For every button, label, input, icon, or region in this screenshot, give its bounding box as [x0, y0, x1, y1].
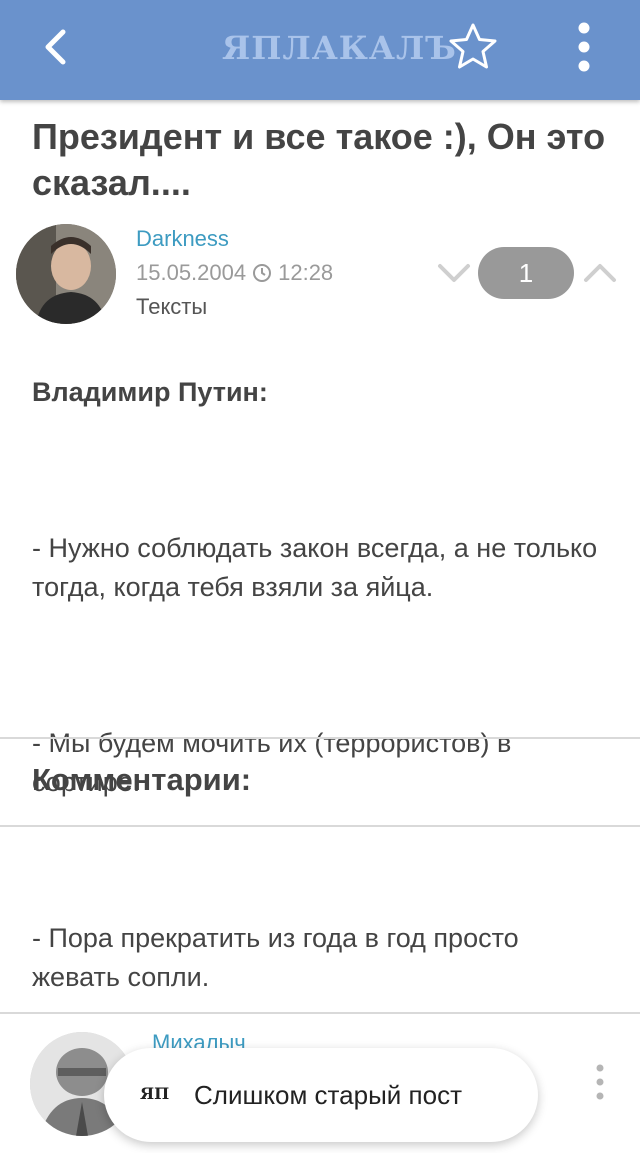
toast-notification: ЯП Слишком старый пост: [104, 1048, 538, 1142]
post-title: Президент и все такое :), Он это сказал.…: [32, 116, 606, 203]
post-date: 15.05.2004: [136, 260, 247, 285]
comment-author-link[interactable]: Михалыч: [152, 1030, 246, 1048]
post-author-link[interactable]: Darkness: [136, 226, 229, 252]
post-body: Владимир Путин: - Нужно соблюдать закон …: [32, 334, 612, 1036]
post-time: 12:28: [278, 260, 334, 285]
comments-heading: Комментарии:: [32, 762, 252, 797]
divider: [0, 825, 640, 827]
toast-message: Слишком старый пост: [194, 1080, 462, 1110]
post-body-speaker: Владимир Путин:: [32, 377, 268, 407]
divider: [0, 1012, 640, 1014]
post-body-line: - Нужно соблюдать закон всегда, а не тол…: [32, 533, 598, 602]
author-avatar[interactable]: [16, 224, 116, 324]
back-arrow-icon[interactable]: [32, 22, 82, 72]
more-vertical-icon[interactable]: [566, 18, 602, 76]
clock-icon: [253, 264, 272, 282]
divider: [0, 737, 640, 739]
avatar-photo: [16, 224, 116, 324]
vote-up-icon[interactable]: [582, 258, 618, 288]
rating-badge: 1: [478, 247, 574, 299]
post-body-line: - Пора прекратить из года в год просто ж…: [32, 923, 519, 992]
more-vertical-icon[interactable]: [586, 1062, 614, 1102]
post-meta: 15.05.2004 12:28: [136, 260, 333, 286]
app-bar: ЯПЛАКАЛЪ: [0, 0, 640, 100]
star-icon[interactable]: [446, 20, 500, 74]
toast-logo: ЯП: [140, 1084, 170, 1103]
site-logo[interactable]: ЯПЛАКАЛЪ: [222, 24, 456, 72]
vote-down-icon[interactable]: [436, 258, 472, 288]
post-category[interactable]: Тексты: [136, 294, 207, 320]
